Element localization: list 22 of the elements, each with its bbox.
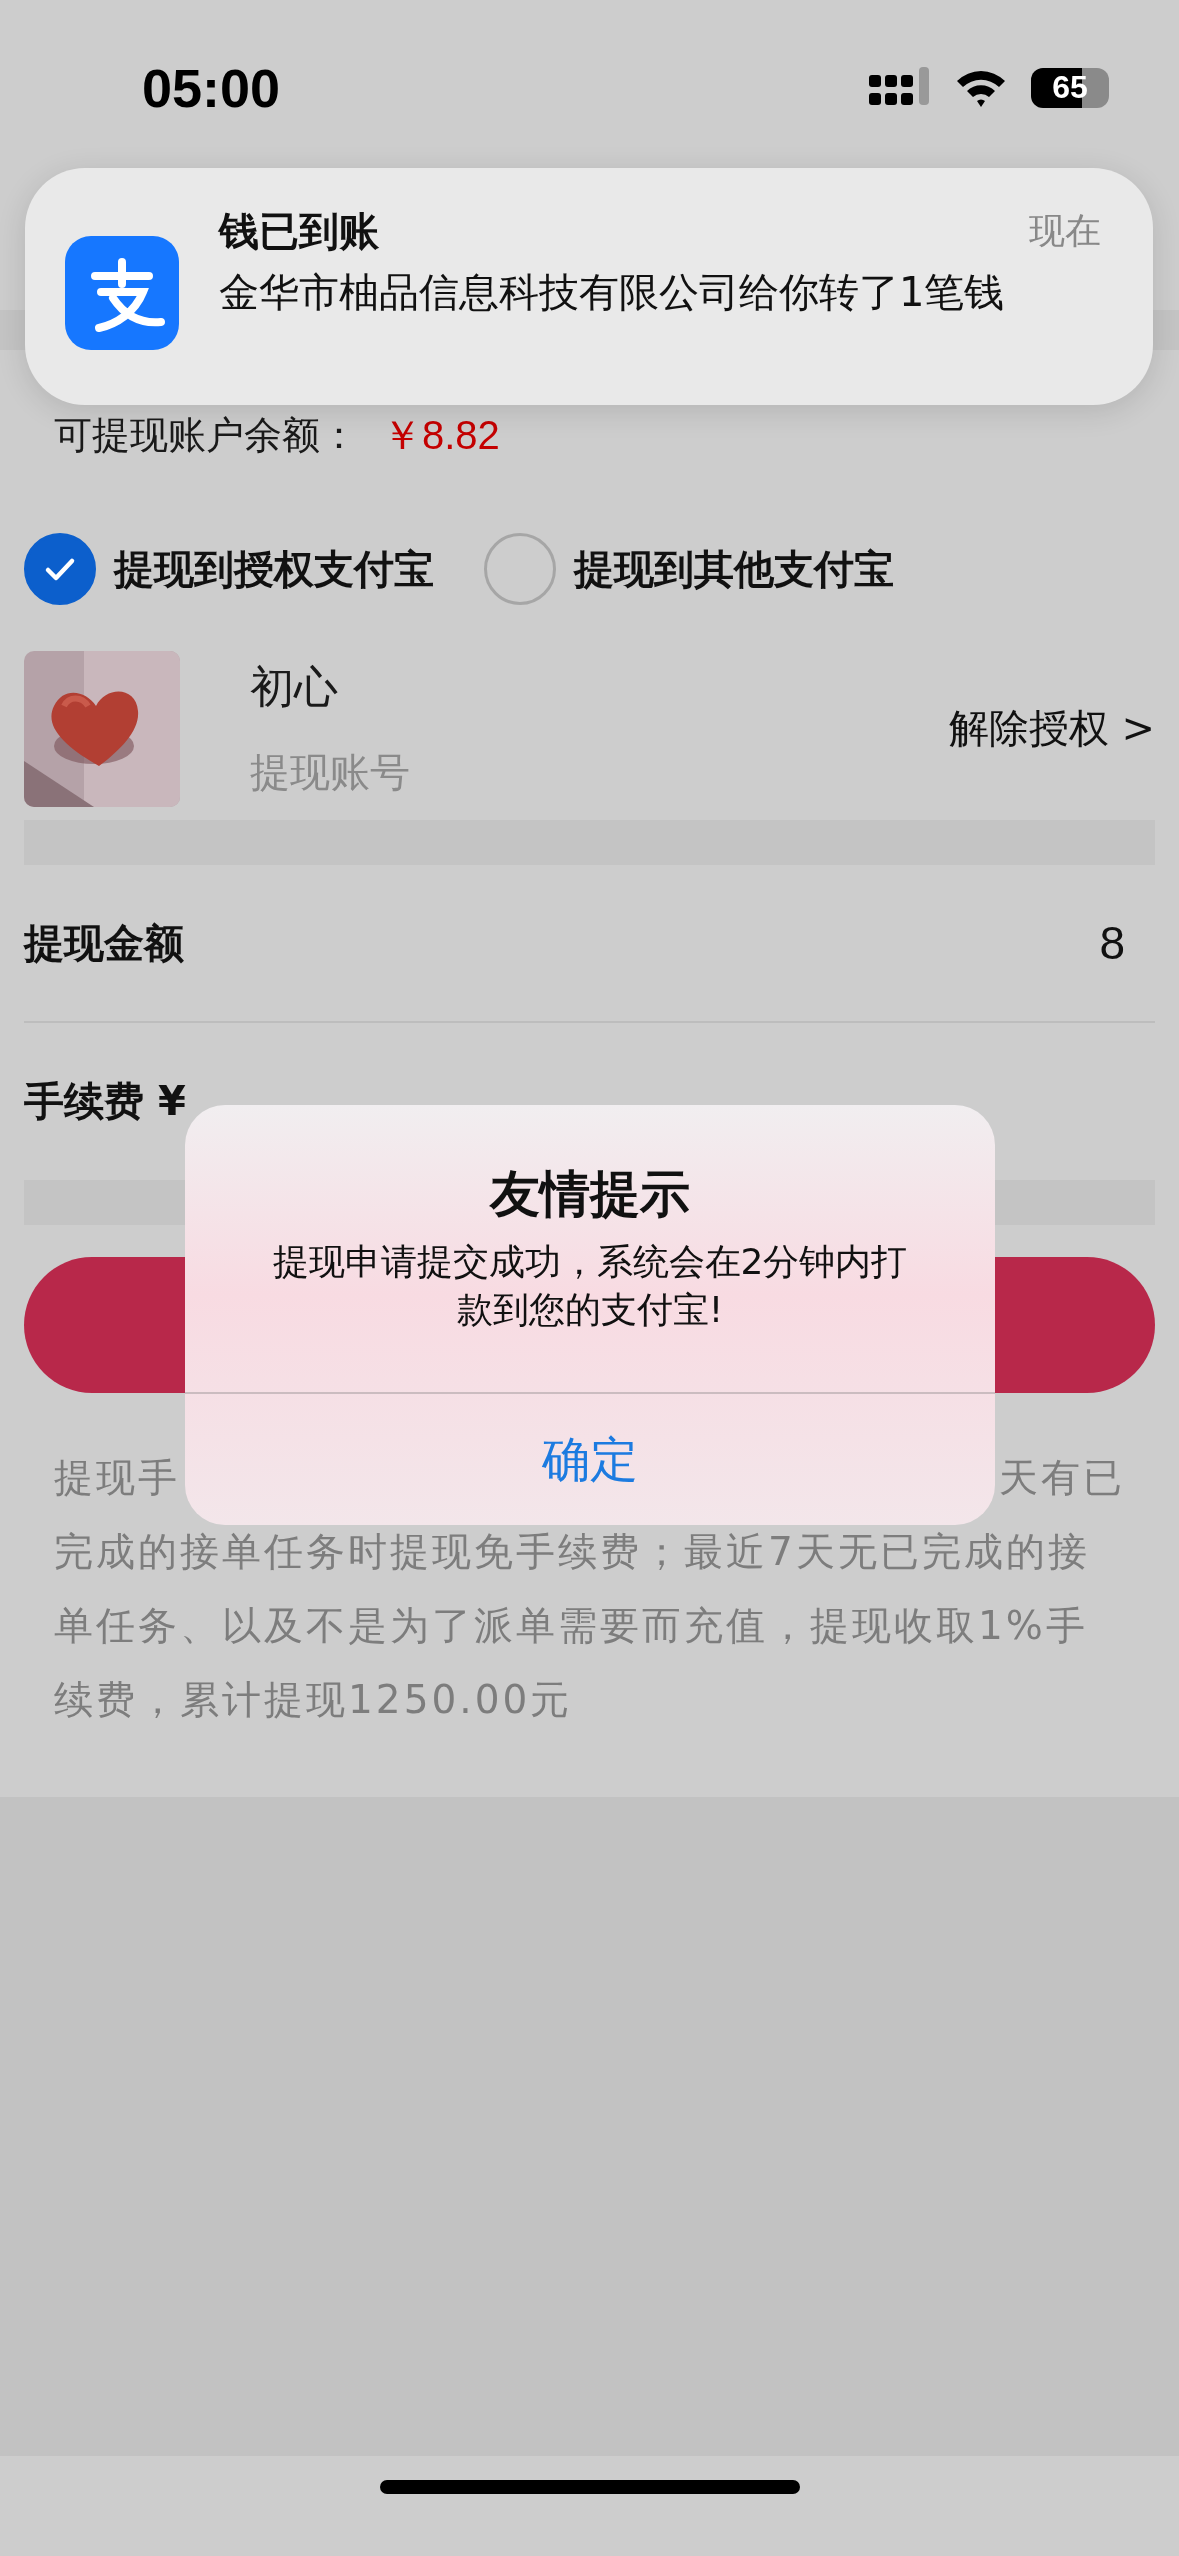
app-icon [65, 236, 179, 350]
balance-amount: ￥8.82 [382, 412, 500, 459]
note-paragraph: 完成的接单任务时提现免手续费；最近7天无已完成的接单任务、以及不是为了派单需要而充值，提现收取1%手续费，累计提现1250.00元 [54, 1528, 1091, 1724]
dialog-message: 提现申请提交成功，系统会在2分钟内打款到您的支付宝! [271, 1240, 909, 1332]
balance-label: 可提现账户余额： [54, 412, 358, 459]
notification-banner[interactable]: 钱已到账 现在 金华市柚品信息科技有限公司给你转了1笔钱 [25, 168, 1153, 405]
payout-option[interactable]: 提现到其他支付宝 [484, 533, 894, 605]
unbind-link[interactable]: 解除授权 > [948, 701, 1155, 756]
notification-title: 钱已到账 [219, 207, 379, 256]
payout-option[interactable]: 提现到授权支付宝 [24, 533, 434, 605]
amount-value[interactable]: 8 [1099, 916, 1125, 970]
fee-label: 手续费 ¥ [24, 1077, 186, 1126]
notification-time: 现在 [1029, 209, 1101, 253]
note-text: 提现手 [54, 1454, 180, 1502]
battery-icon: 65 [1031, 67, 1109, 108]
notification-message: 金华市柚品信息科技有限公司给你转了1笔钱 [219, 268, 1006, 317]
account-name: 初心 [250, 659, 339, 714]
amount-label: 提现金额 [24, 918, 184, 968]
clock-time: 05:00 [142, 56, 281, 119]
note-text: 天有已 [999, 1454, 1125, 1502]
account-subtitle: 提现账号 [250, 747, 411, 797]
dialog-title: 友情提示 [490, 1164, 690, 1225]
